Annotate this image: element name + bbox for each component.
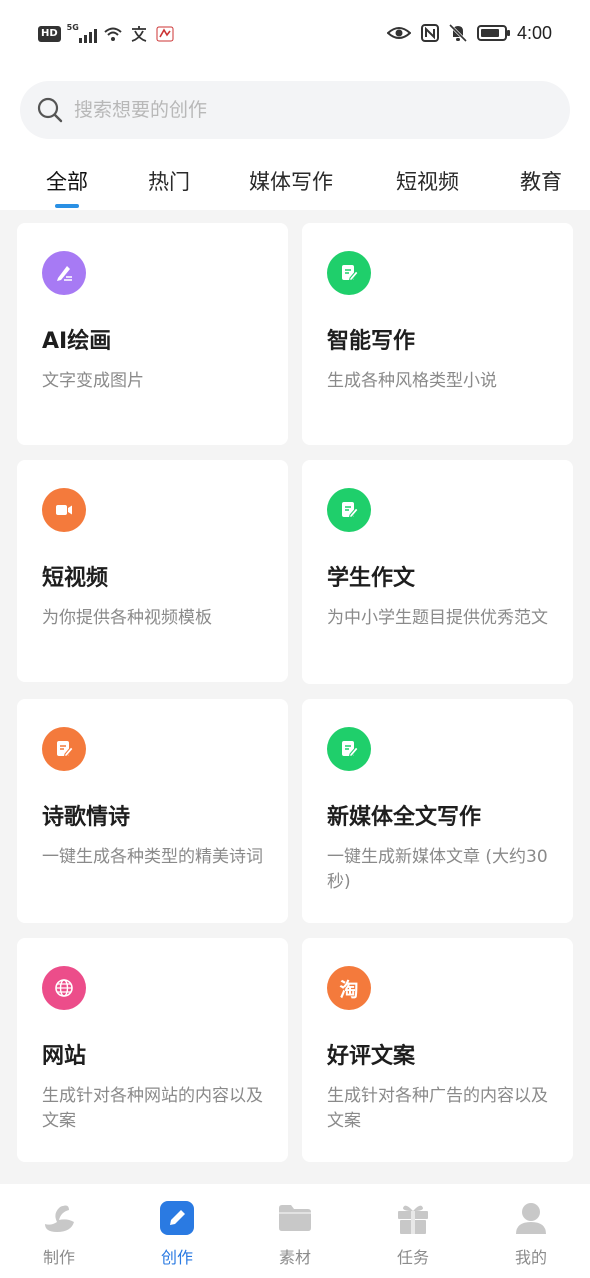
card-title: 智能写作 — [327, 329, 416, 354]
nav-profile[interactable]: 我的 — [491, 1200, 571, 1270]
nav-label: 制作 — [42, 1248, 75, 1267]
card-description: 为中小学生题目提供优秀范文 — [327, 608, 548, 628]
card-good-review-copy[interactable]: 淘 好评文案 生成针对各种广告的内容以及文案 — [302, 938, 573, 1162]
taobao-icon-text: 淘 — [339, 978, 359, 1001]
edit-document-icon — [42, 727, 86, 771]
card-smart-writing[interactable]: 智能写作 生成各种风格类型小说 — [302, 223, 573, 445]
app-notification-icon — [156, 26, 174, 42]
tab-all[interactable]: 全部 — [46, 166, 88, 196]
battery-icon — [476, 25, 510, 41]
eye-icon — [386, 27, 411, 39]
hd-icon: HD — [38, 26, 61, 42]
card-description: 一键生成各种类型的精美诗词 — [42, 847, 263, 867]
category-tabs: 全部 热门 媒体写作 短视频 教育 — [0, 158, 590, 210]
nav-create[interactable]: 创作 — [137, 1200, 217, 1270]
globe-icon — [42, 966, 86, 1010]
tab-hot[interactable]: 热门 — [148, 166, 190, 196]
card-title: AI绘画 — [42, 329, 112, 354]
tab-media-writing[interactable]: 媒体写作 — [249, 166, 333, 196]
tab-education[interactable]: 教育 — [520, 166, 562, 196]
card-student-essay[interactable]: 学生作文 为中小学生题目提供优秀范文 — [302, 460, 573, 684]
video-camera-icon — [42, 488, 86, 532]
write-note-icon — [327, 727, 371, 771]
status-time: 4:00 — [516, 22, 552, 43]
5g-signal-icon: 5G — [66, 23, 97, 43]
card-website[interactable]: 网站 生成针对各种网站的内容以及文案 — [17, 938, 288, 1162]
card-description: 一键生成新媒体文章 (大约30秒) — [327, 847, 548, 892]
user-icon — [513, 1200, 549, 1236]
search-icon — [37, 97, 63, 123]
tab-short-video[interactable]: 短视频 — [396, 166, 459, 196]
nav-label: 任务 — [396, 1248, 429, 1267]
card-title: 学生作文 — [327, 566, 416, 591]
card-title: 好评文案 — [327, 1044, 416, 1069]
swan-icon — [41, 1200, 77, 1236]
card-title: 诗歌情诗 — [42, 805, 131, 830]
write-note-icon — [327, 251, 371, 295]
nav-label: 素材 — [278, 1248, 311, 1267]
gift-icon — [395, 1200, 431, 1236]
nav-materials[interactable]: 素材 — [255, 1200, 335, 1270]
card-description: 生成针对各种广告的内容以及文案 — [327, 1086, 548, 1131]
translate-icon — [131, 26, 146, 42]
search-input[interactable] — [74, 99, 534, 121]
search-bar[interactable] — [20, 81, 570, 139]
nav-label: 创作 — [160, 1248, 193, 1267]
pen-drawing-icon — [42, 251, 86, 295]
status-bar: HD 5G 4:00 — [0, 0, 590, 66]
nfc-icon — [420, 24, 439, 42]
card-short-video[interactable]: 短视频 为你提供各种视频模板 — [17, 460, 288, 682]
card-ai-drawing[interactable]: AI绘画 文字变成图片 — [17, 223, 288, 445]
card-description: 生成各种风格类型小说 — [327, 371, 497, 391]
tab-active-indicator — [55, 204, 79, 208]
write-note-icon — [327, 488, 371, 532]
mute-bell-icon — [448, 23, 467, 43]
card-title: 短视频 — [42, 566, 109, 591]
card-description: 文字变成图片 — [42, 371, 144, 391]
nav-label: 我的 — [514, 1248, 547, 1267]
nav-make[interactable]: 制作 — [19, 1200, 99, 1270]
edit-pencil-icon — [159, 1200, 195, 1236]
card-description: 为你提供各种视频模板 — [42, 608, 212, 628]
network-label: 5G — [66, 23, 79, 32]
wifi-icon — [104, 27, 122, 41]
card-new-media-writing[interactable]: 新媒体全文写作 一键生成新媒体文章 (大约30秒) — [302, 699, 573, 923]
card-poetry[interactable]: 诗歌情诗 一键生成各种类型的精美诗词 — [17, 699, 288, 923]
card-title: 新媒体全文写作 — [327, 805, 482, 830]
bottom-nav: 制作 创作 素材 任务 我的 — [0, 1184, 590, 1278]
nav-tasks[interactable]: 任务 — [373, 1200, 453, 1270]
card-title: 网站 — [42, 1044, 87, 1069]
taobao-icon: 淘 — [327, 966, 371, 1010]
card-description: 生成针对各种网站的内容以及文案 — [42, 1086, 263, 1131]
folder-icon — [277, 1200, 313, 1236]
